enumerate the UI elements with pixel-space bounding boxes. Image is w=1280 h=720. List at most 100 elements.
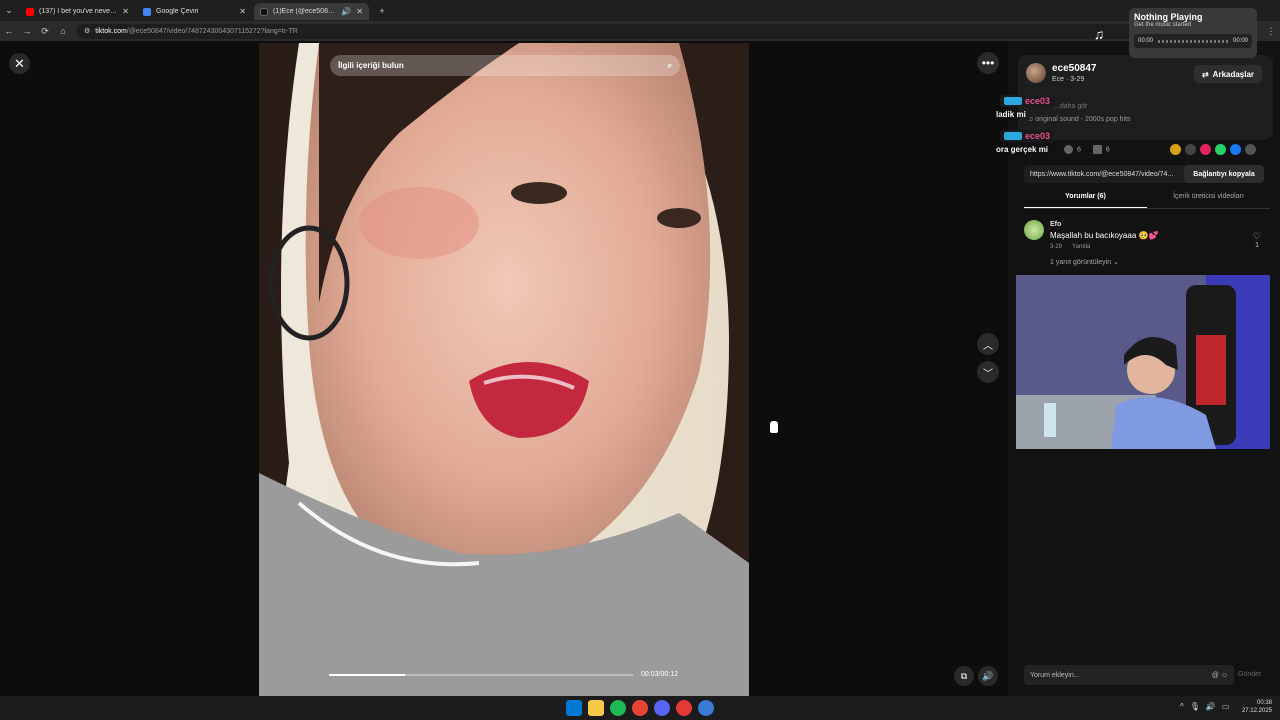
chat-badge-icon bbox=[1004, 132, 1022, 140]
close-tab-icon[interactable]: ✕ bbox=[122, 7, 129, 16]
new-tab-icon[interactable]: + bbox=[373, 6, 391, 16]
app-icon[interactable] bbox=[698, 700, 714, 716]
video-player[interactable]: 00:03/00:12 bbox=[259, 43, 749, 696]
volume-button[interactable]: 🔊 bbox=[978, 666, 998, 686]
close-video-button[interactable]: ✕ bbox=[9, 53, 30, 74]
panel-tabs: Yorumlar (6) İçerik üreticisi videoları bbox=[1024, 190, 1270, 208]
save-count-label: 6 bbox=[1105, 146, 1110, 154]
reload-icon[interactable]: ⟳ bbox=[36, 26, 54, 37]
home-icon[interactable]: ⌂ bbox=[54, 26, 72, 36]
spotify-icon[interactable] bbox=[610, 700, 626, 716]
file-explorer-icon[interactable] bbox=[588, 700, 604, 716]
tab-title: (1)Ece (@ece50847) | TikTok bbox=[273, 8, 337, 15]
comment-like-button[interactable]: ♡ 1 bbox=[1253, 231, 1261, 249]
related-search-input[interactable]: İlgili içeriği bulun ⌕ bbox=[330, 55, 680, 76]
sound-info[interactable]: ♫ original sound - 2000s pop hits bbox=[1028, 116, 1131, 123]
bookmark-icon bbox=[1092, 145, 1102, 154]
picture-in-picture-icon: ⧉ bbox=[960, 670, 968, 681]
repost-icon[interactable] bbox=[1170, 144, 1181, 155]
chat-user-tag: ece03 bbox=[1000, 130, 1055, 142]
comment-input[interactable]: Yorum ekleyin... @ ☺ bbox=[1024, 665, 1234, 685]
comment-author[interactable]: Efo bbox=[1050, 221, 1061, 228]
sound-label: original sound - 2000s pop hits bbox=[1035, 116, 1131, 123]
chrome-icon[interactable] bbox=[632, 700, 648, 716]
comment-like-count: 1 bbox=[1255, 242, 1259, 249]
mini-player[interactable]: Nothing Playing Get the music started 00… bbox=[1129, 8, 1257, 58]
webcam-overlay bbox=[1016, 275, 1270, 449]
embed-icon[interactable] bbox=[1185, 144, 1196, 155]
microphone-icon[interactable]: 🎙 bbox=[1190, 702, 1200, 711]
speaker-icon[interactable]: 🔊 bbox=[341, 7, 351, 16]
video-progress-fill bbox=[329, 674, 405, 676]
chat-message: ora gerçek mi bbox=[996, 145, 1049, 154]
previous-video-button[interactable]: ︿ bbox=[977, 333, 999, 355]
share-link-field[interactable]: https://www.tiktok.com/@ece50847/video/7… bbox=[1024, 165, 1188, 183]
forward-icon[interactable]: → bbox=[18, 26, 36, 36]
tab-menu-icon[interactable]: ⌄ bbox=[0, 5, 18, 16]
chevron-up-icon[interactable]: ^ bbox=[1180, 702, 1184, 711]
chevron-down-icon: ⌄ bbox=[1113, 259, 1119, 266]
mini-player-time-end: 00:00 bbox=[1232, 38, 1248, 44]
comments-count[interactable]: 6 bbox=[1064, 145, 1081, 154]
search-icon[interactable]: ⌕ bbox=[668, 61, 672, 71]
tab-tiktok[interactable]: (1)Ece (@ece50847) | TikTok 🔊 ✕ bbox=[254, 3, 369, 20]
mention-icon[interactable]: @ bbox=[1212, 672, 1219, 679]
view-replies-label: 1 yanıt görüntüleyin bbox=[1050, 259, 1112, 266]
share-icons bbox=[1170, 144, 1256, 155]
more-hint[interactable]: ...daha gör bbox=[1054, 103, 1087, 110]
hand-cursor-icon bbox=[770, 421, 778, 433]
tab-comments[interactable]: Yorumlar (6) bbox=[1024, 190, 1147, 208]
video-frame bbox=[259, 43, 749, 696]
saves-count[interactable]: 6 bbox=[1092, 145, 1110, 154]
start-icon[interactable] bbox=[566, 700, 582, 716]
username[interactable]: ece50847 bbox=[1052, 63, 1097, 74]
video-time: 00:03/00:12 bbox=[641, 671, 678, 678]
avatar[interactable] bbox=[1026, 63, 1046, 83]
send-icon[interactable] bbox=[1200, 144, 1211, 155]
view-replies-button[interactable]: 1 yanıt görüntüleyin ⌄ bbox=[1050, 258, 1119, 266]
tiktok-page: ✕ 00:03/00:12 İlgili içeriği bulun ⌕ •••… bbox=[0, 41, 1280, 696]
video-progress-bar[interactable] bbox=[329, 674, 633, 676]
more-options-button[interactable]: ••• bbox=[977, 52, 999, 74]
friends-label: Arkadaşlar bbox=[1212, 69, 1255, 79]
close-tab-icon[interactable]: ✕ bbox=[356, 7, 363, 16]
video-stage: ✕ 00:03/00:12 İlgili içeriği bulun ⌕ •••… bbox=[0, 41, 1008, 696]
copy-link-button[interactable]: Bağlantıyı kopyala bbox=[1184, 165, 1264, 183]
comment-avatar[interactable] bbox=[1024, 220, 1044, 240]
reply-button[interactable]: Yanıtla bbox=[1072, 244, 1090, 250]
friends-button[interactable]: ⇄ Arkadaşlar bbox=[1194, 65, 1262, 83]
site-info-icon[interactable]: ⚙ bbox=[84, 27, 90, 35]
volume-icon[interactable]: 🔊 bbox=[1206, 702, 1216, 711]
share-arrow-icon[interactable] bbox=[1245, 144, 1256, 155]
chat-username: ece03 bbox=[1025, 131, 1051, 141]
clock-date: 27.12.2025 bbox=[1241, 708, 1272, 714]
tab-youtube[interactable]: (137) I bet you've never seen s... ✕ bbox=[20, 3, 135, 20]
chat-username: ece03 bbox=[1025, 96, 1051, 106]
emoji-icon[interactable]: ☺ bbox=[1221, 672, 1228, 679]
comment-date: 3-29 bbox=[1050, 244, 1063, 250]
tab-creator-videos[interactable]: İçerik üreticisi videoları bbox=[1147, 190, 1270, 208]
address-input[interactable]: ⚙ tiktok.com/@ece50847/video/74872430043… bbox=[76, 23, 1136, 39]
comment-meta: 3-29 Yanıtla bbox=[1050, 244, 1090, 250]
whatsapp-icon[interactable] bbox=[1215, 144, 1226, 155]
close-tab-icon[interactable]: ✕ bbox=[239, 7, 246, 16]
chat-message: ladik mi bbox=[996, 110, 1026, 119]
floating-player-button[interactable]: ⧉ bbox=[954, 666, 974, 686]
mini-player-title: Nothing Playing bbox=[1134, 12, 1203, 22]
network-icon[interactable]: ▭ bbox=[1222, 702, 1230, 711]
facebook-icon[interactable] bbox=[1230, 144, 1241, 155]
browser-menu-icon[interactable]: ⋮ bbox=[1262, 26, 1280, 37]
music-icon: ♫ bbox=[1093, 26, 1105, 42]
heart-icon: ♡ bbox=[1253, 231, 1262, 241]
discord-icon[interactable] bbox=[654, 700, 670, 716]
tab-google-translate[interactable]: Google Çeviri ✕ bbox=[137, 3, 252, 20]
back-icon[interactable]: ← bbox=[0, 26, 18, 36]
clock[interactable]: 00:38 27.12.2025 bbox=[1240, 699, 1272, 715]
mini-player-progress[interactable]: 00:00 00:00 bbox=[1134, 34, 1252, 48]
comment-icon bbox=[1064, 145, 1073, 154]
app-icon[interactable] bbox=[676, 700, 692, 716]
next-video-button[interactable]: ﹀ bbox=[977, 361, 999, 383]
comment-text: Maşallah bu bacıkoyaaa 🥺💕 bbox=[1050, 231, 1159, 240]
volume-icon: 🔊 bbox=[982, 670, 994, 681]
send-comment-button[interactable]: Gönder bbox=[1238, 671, 1261, 678]
